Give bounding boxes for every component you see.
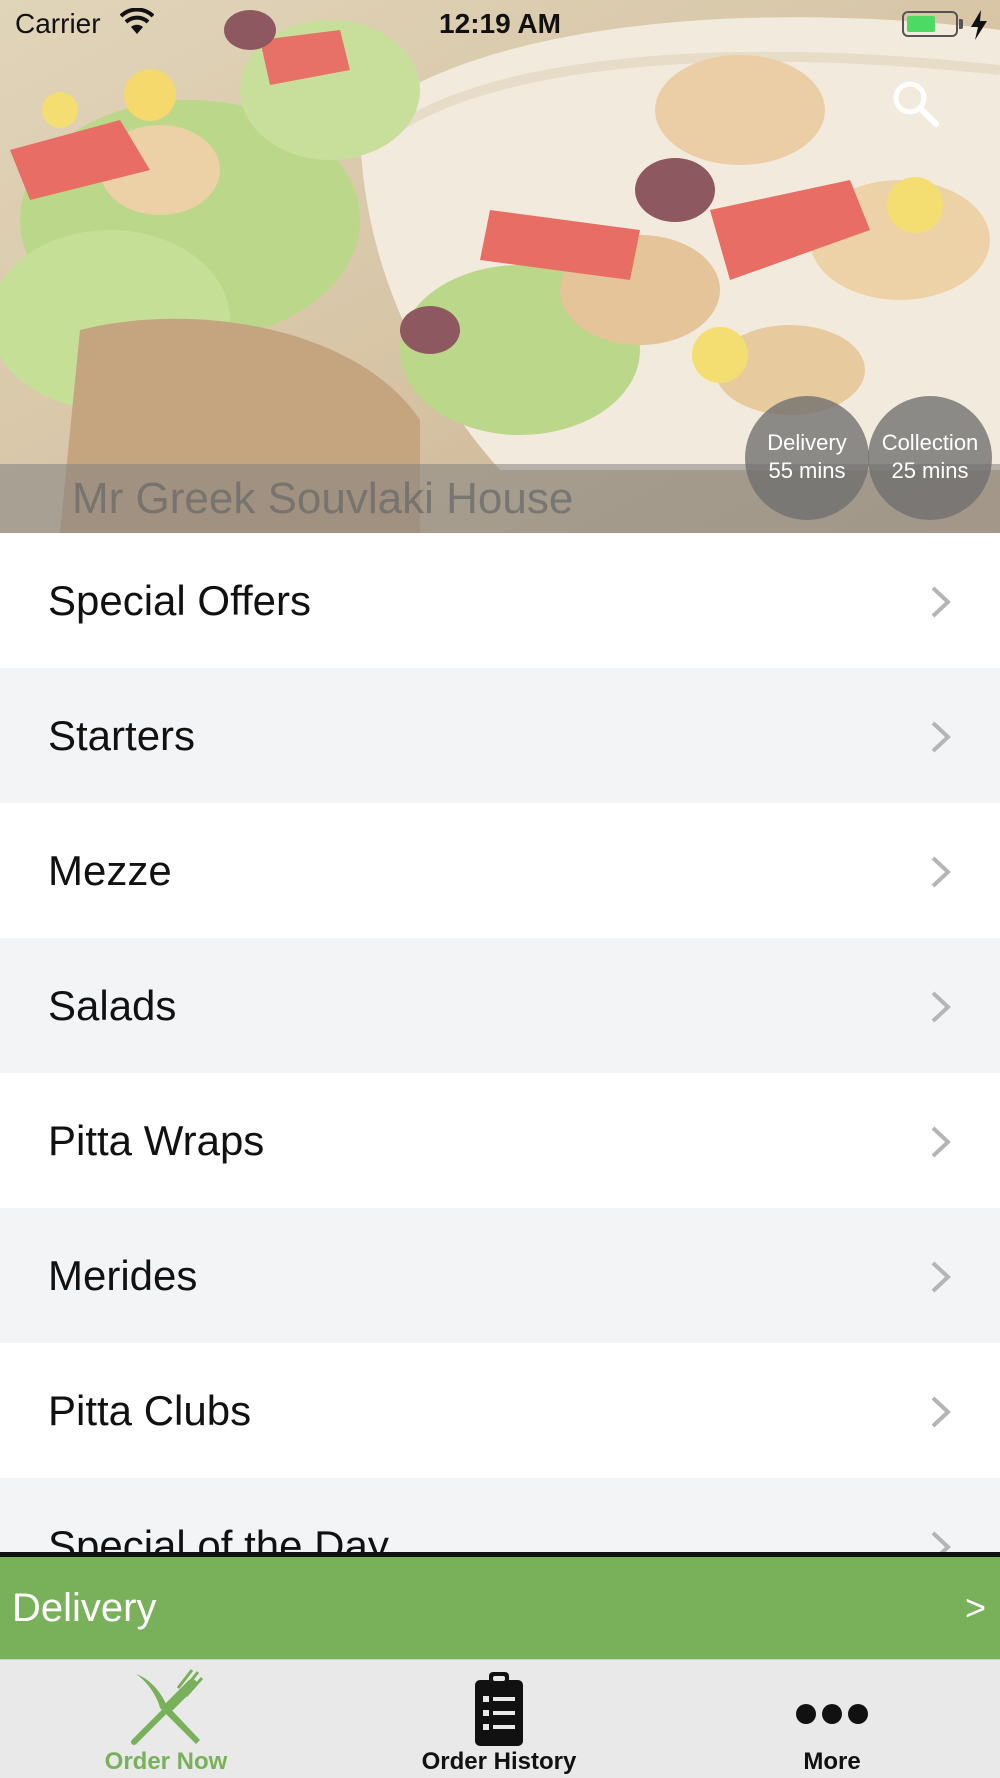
menu-category-pitta-clubs[interactable]: Pitta Clubs xyxy=(0,1343,1000,1478)
chevron-right-icon xyxy=(931,586,951,618)
menu-category-label: Salads xyxy=(48,982,177,1029)
fork-knife-icon xyxy=(131,1669,204,1745)
menu-category-label: Special Offers xyxy=(48,577,312,624)
tab-order-history[interactable]: Order History xyxy=(374,1660,624,1778)
tab-bar: Order Now Order History More xyxy=(0,1659,1000,1778)
menu-category-label: Merides xyxy=(48,1252,198,1299)
menu-category-starters[interactable]: Starters xyxy=(0,668,1000,803)
tab-order-history-label: Order History xyxy=(421,1748,577,1775)
collection-time-badge: Collection 25 mins xyxy=(868,396,992,520)
order-type-arrow: > xyxy=(964,1587,986,1628)
search-icon[interactable] xyxy=(888,76,944,132)
menu-category-list[interactable]: Special Offers Starters Mezze Salads Pit… xyxy=(0,533,1000,1555)
order-type-label: Delivery xyxy=(12,1586,157,1630)
menu-category-label: Pitta Wraps xyxy=(48,1117,265,1164)
chevron-right-icon xyxy=(931,991,951,1023)
chevron-right-icon xyxy=(931,1261,951,1293)
menu-category-label: Special of the Day xyxy=(48,1522,389,1555)
menu-category-pitta-wraps[interactable]: Pitta Wraps xyxy=(0,1073,1000,1208)
hero-banner: Carrier 12:19 AM Mr Greek Souvlaki House… xyxy=(0,0,1000,533)
chevron-right-icon xyxy=(931,721,951,753)
collection-badge-time: 25 mins xyxy=(891,458,969,483)
chevron-right-icon xyxy=(931,856,951,888)
delivery-time-badge: Delivery 55 mins xyxy=(745,396,869,520)
tab-more[interactable]: More xyxy=(707,1660,957,1778)
chevron-right-icon xyxy=(931,1126,951,1158)
order-type-bar[interactable]: Delivery > xyxy=(0,1557,1000,1659)
chevron-right-icon xyxy=(931,1396,951,1428)
battery-tip xyxy=(959,19,963,29)
delivery-badge-title: Delivery xyxy=(767,430,847,455)
battery-icon xyxy=(902,11,958,37)
menu-category-label: Pitta Clubs xyxy=(48,1387,252,1434)
status-bar: Carrier 12:19 AM xyxy=(0,0,1000,50)
tab-order-now-label: Order Now xyxy=(104,1748,228,1775)
menu-category-special-offers[interactable]: Special Offers xyxy=(0,533,1000,668)
clock-label: 12:19 AM xyxy=(439,8,561,39)
clipboard-list-icon xyxy=(475,1672,523,1746)
menu-category-label: Mezze xyxy=(48,847,172,894)
delivery-badge-time: 55 mins xyxy=(768,458,846,483)
collection-badge-title: Collection xyxy=(881,430,979,455)
menu-category-merides[interactable]: Merides xyxy=(0,1208,1000,1343)
tab-more-label: More xyxy=(803,1748,861,1775)
battery-level xyxy=(907,16,935,32)
menu-category-label: Starters xyxy=(48,712,196,759)
menu-category-special-of-the-day[interactable]: Special of the Day xyxy=(0,1478,1000,1555)
ellipsis-icon xyxy=(796,1704,868,1724)
menu-category-mezze[interactable]: Mezze xyxy=(0,803,1000,938)
charging-bolt-icon xyxy=(971,10,987,40)
menu-category-salads[interactable]: Salads xyxy=(0,938,1000,1073)
tab-order-now[interactable]: Order Now xyxy=(41,1660,291,1778)
restaurant-name: Mr Greek Souvlaki House xyxy=(72,474,574,523)
